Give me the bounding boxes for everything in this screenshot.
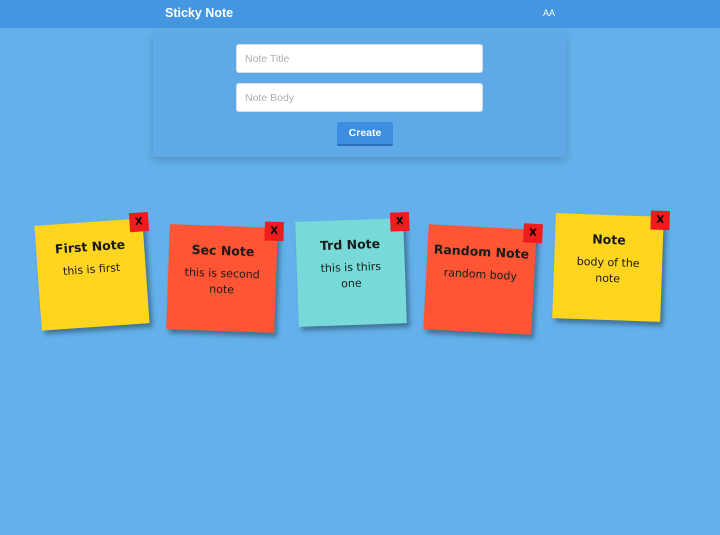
delete-note-button[interactable]: X: [264, 221, 285, 242]
delete-note-button[interactable]: X: [389, 211, 410, 232]
sticky-note: Random Note random body X: [423, 223, 543, 335]
note-body: random body: [443, 266, 518, 283]
note-title: Trd Note: [319, 235, 381, 254]
note-body: this is second note: [184, 265, 260, 297]
note-body: this is thirs one: [320, 259, 382, 291]
note-title: Note: [591, 231, 626, 248]
user-initials[interactable]: AA: [543, 8, 555, 18]
delete-note-button[interactable]: X: [523, 223, 543, 244]
note-body: body of the note: [576, 254, 640, 286]
sticky-note: First Note this is first X: [34, 211, 150, 331]
sticky-note: Note body of the note X: [552, 210, 671, 322]
note-body-input[interactable]: [236, 83, 483, 112]
delete-note-button[interactable]: X: [650, 210, 671, 231]
top-navbar: Sticky Note AA: [0, 0, 720, 28]
app-title[interactable]: Sticky Note: [165, 6, 233, 20]
note-title: Sec Note: [191, 241, 255, 260]
note-title: First Note: [54, 236, 126, 257]
sticky-note: Trd Note this is thirs one X: [295, 211, 410, 327]
delete-note-button[interactable]: X: [128, 211, 150, 233]
note-title: Random Note: [433, 241, 530, 262]
note-title-input[interactable]: [236, 44, 483, 73]
sticky-note: Sec Note this is second note X: [166, 221, 285, 333]
note-body: this is first: [62, 261, 121, 278]
create-button[interactable]: Create: [337, 122, 393, 146]
